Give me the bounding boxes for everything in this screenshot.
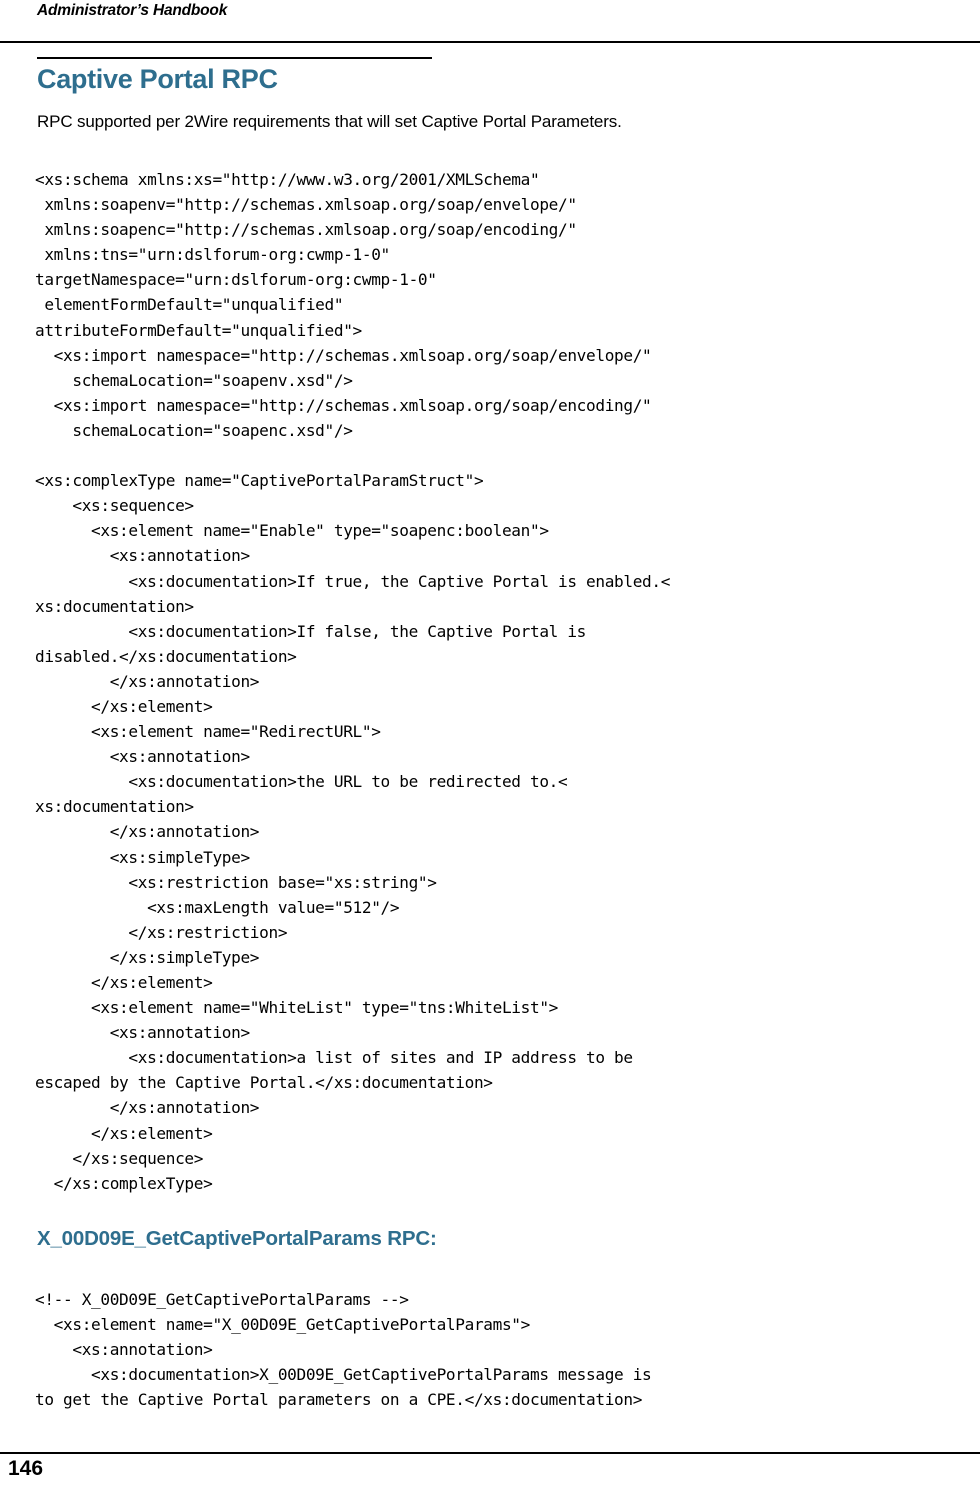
header-divider-rule [0,41,980,43]
code-block-schema: <xs:schema xmlns:xs="http://www.w3.org/2… [35,170,671,1193]
document-page: Administrator’s Handbook Captive Portal … [0,0,980,1486]
page-number: 146 [8,1457,44,1480]
subsection-title: X_00D09E_GetCaptivePortalParams RPC: [37,1227,437,1250]
page-title: Captive Portal RPC [37,64,278,94]
footer-divider-rule [0,1452,980,1454]
intro-paragraph: RPC supported per 2Wire requirements tha… [37,112,622,131]
running-header: Administrator’s Handbook [37,2,228,19]
section-heading-block: Captive Portal RPC [37,57,432,95]
code-block-getcaptiveportalparams: <!-- X_00D09E_GetCaptivePortalParams -->… [35,1290,652,1410]
heading-rule [37,57,432,59]
